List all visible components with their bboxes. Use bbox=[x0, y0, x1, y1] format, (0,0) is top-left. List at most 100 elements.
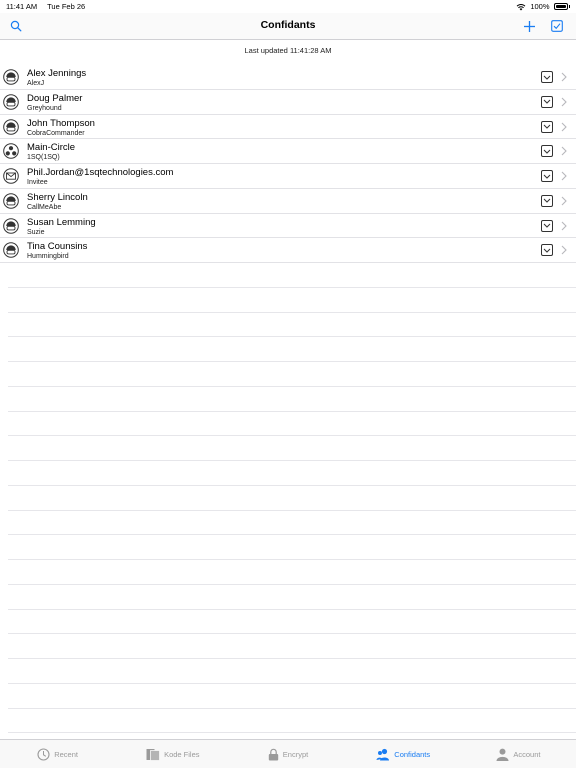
list-item[interactable]: Phil.Jordan@1sqtechnologies.com Invitee bbox=[0, 164, 576, 189]
expand-toggle[interactable] bbox=[541, 170, 553, 182]
empty-row bbox=[8, 362, 576, 387]
tab-label: Account bbox=[513, 749, 541, 759]
chevron-right-icon[interactable] bbox=[560, 196, 568, 206]
confidants-list: Alex Jennings AlexJ Doug Palmer Greyhoun… bbox=[0, 65, 576, 263]
contact-subtitle: CobraCommander bbox=[27, 129, 85, 137]
chevron-right-icon[interactable] bbox=[560, 221, 568, 231]
expand-toggle[interactable] bbox=[541, 71, 553, 83]
tab-label: Encrypt bbox=[282, 749, 309, 759]
empty-row bbox=[8, 610, 576, 635]
expand-toggle[interactable] bbox=[541, 244, 553, 257]
battery-tip bbox=[568, 5, 570, 8]
empty-row bbox=[8, 412, 576, 437]
contact-name: John Thompson bbox=[27, 117, 95, 129]
status-left: 11:41 AM Tue Feb 26 bbox=[6, 2, 93, 11]
status-right: 100% bbox=[516, 2, 570, 11]
empty-row bbox=[8, 511, 576, 536]
contact-subtitle: AlexJ bbox=[27, 80, 45, 87]
list-item[interactable]: John Thompson CobraCommander bbox=[0, 115, 576, 140]
empty-row bbox=[8, 263, 576, 288]
contact-subtitle: Invitee bbox=[27, 179, 48, 186]
empty-row bbox=[8, 535, 576, 560]
expand-toggle[interactable] bbox=[541, 95, 553, 108]
empty-row bbox=[8, 634, 576, 659]
empty-row bbox=[8, 387, 576, 412]
list-item[interactable]: Main-Circle 1SQ(1SQ) bbox=[0, 139, 576, 164]
chevron-down-icon bbox=[543, 223, 551, 228]
contact-name: Phil.Jordan@1sqtechnologies.com bbox=[27, 167, 174, 178]
account-icon bbox=[496, 748, 509, 761]
empty-row bbox=[8, 659, 576, 684]
expand-toggle[interactable] bbox=[541, 219, 553, 232]
checkbox-icon bbox=[551, 20, 563, 32]
confidants-icon bbox=[376, 748, 390, 760]
contact-name: Doug Palmer bbox=[27, 92, 83, 104]
wifi-icon bbox=[516, 3, 526, 10]
person-avatar-icon bbox=[3, 69, 19, 85]
chevron-right-icon[interactable] bbox=[560, 122, 568, 132]
status-bar: 11:41 AM Tue Feb 26 100% bbox=[0, 0, 576, 13]
chevron-down-icon bbox=[543, 75, 551, 80]
person-avatar-icon bbox=[3, 118, 19, 135]
empty-row bbox=[8, 436, 576, 461]
contact-subtitle: Suzie bbox=[27, 228, 45, 236]
chevron-down-icon bbox=[543, 198, 551, 203]
contact-subtitle: Greyhound bbox=[27, 104, 62, 112]
empty-row bbox=[8, 313, 576, 338]
tab-recent[interactable]: Recent bbox=[0, 740, 115, 768]
tab-kode-files[interactable]: Kode Files bbox=[115, 740, 230, 768]
page-title: Confidants bbox=[260, 19, 316, 31]
list-item[interactable]: Alex Jennings AlexJ bbox=[0, 65, 576, 90]
clock-icon bbox=[37, 747, 50, 761]
empty-row bbox=[8, 288, 576, 313]
empty-row bbox=[8, 709, 576, 734]
select-button[interactable] bbox=[547, 17, 567, 35]
list-item[interactable]: Doug Palmer Greyhound bbox=[0, 90, 576, 115]
contact-subtitle: Hummingbird bbox=[27, 253, 69, 261]
contact-name: Susan Lemming bbox=[27, 216, 96, 228]
status-date: Tue Feb 26 bbox=[47, 2, 86, 11]
person-avatar-icon bbox=[3, 192, 19, 209]
tab-confidants[interactable]: Confidants bbox=[346, 740, 461, 768]
empty-row bbox=[8, 337, 576, 362]
add-button[interactable] bbox=[519, 17, 539, 35]
empty-list-area bbox=[8, 263, 576, 739]
person-avatar-icon bbox=[3, 217, 19, 234]
last-updated-label: Last updated 11:41:28 AM bbox=[244, 46, 332, 55]
empty-row bbox=[8, 684, 576, 709]
tab-label: Confidants bbox=[394, 749, 431, 759]
tab-label: Kode Files bbox=[164, 749, 200, 759]
expand-toggle[interactable] bbox=[541, 145, 553, 158]
chevron-down-icon bbox=[543, 174, 551, 179]
list-item[interactable]: Susan Lemming Suzie bbox=[0, 214, 576, 239]
battery-icon bbox=[553, 3, 568, 10]
nav-bar: Confidants bbox=[0, 13, 576, 40]
empty-row bbox=[8, 560, 576, 585]
chevron-down-icon bbox=[543, 124, 551, 129]
list-item[interactable]: Sherry Lincoln CallMeAbe bbox=[0, 189, 576, 214]
chevron-down-icon bbox=[543, 99, 551, 104]
chevron-right-icon[interactable] bbox=[560, 245, 568, 255]
contact-name: Tina Counsins bbox=[27, 241, 88, 253]
list-item[interactable]: Tina Counsins Hummingbird bbox=[0, 238, 576, 263]
empty-row bbox=[8, 461, 576, 486]
tab-label: Recent bbox=[54, 749, 78, 759]
contact-name: Sherry Lincoln bbox=[27, 191, 88, 203]
chevron-right-icon[interactable] bbox=[560, 146, 568, 156]
tab-bar: Recent Kode Files Encrypt Confidants Acc… bbox=[0, 739, 576, 768]
tab-account[interactable]: Account bbox=[461, 740, 576, 768]
envelope-icon bbox=[3, 168, 19, 184]
lock-icon bbox=[268, 748, 278, 760]
expand-toggle[interactable] bbox=[541, 120, 553, 133]
files-icon bbox=[146, 748, 160, 761]
expand-toggle[interactable] bbox=[541, 194, 553, 207]
battery-percent: 100% bbox=[530, 2, 550, 11]
tab-encrypt[interactable]: Encrypt bbox=[230, 740, 345, 768]
chevron-right-icon[interactable] bbox=[560, 97, 568, 107]
plus-icon bbox=[523, 20, 535, 32]
chevron-right-icon[interactable] bbox=[560, 72, 568, 82]
empty-row bbox=[8, 585, 576, 610]
chevron-right-icon[interactable] bbox=[560, 171, 568, 181]
empty-row bbox=[8, 486, 576, 511]
person-avatar-icon bbox=[3, 242, 19, 259]
